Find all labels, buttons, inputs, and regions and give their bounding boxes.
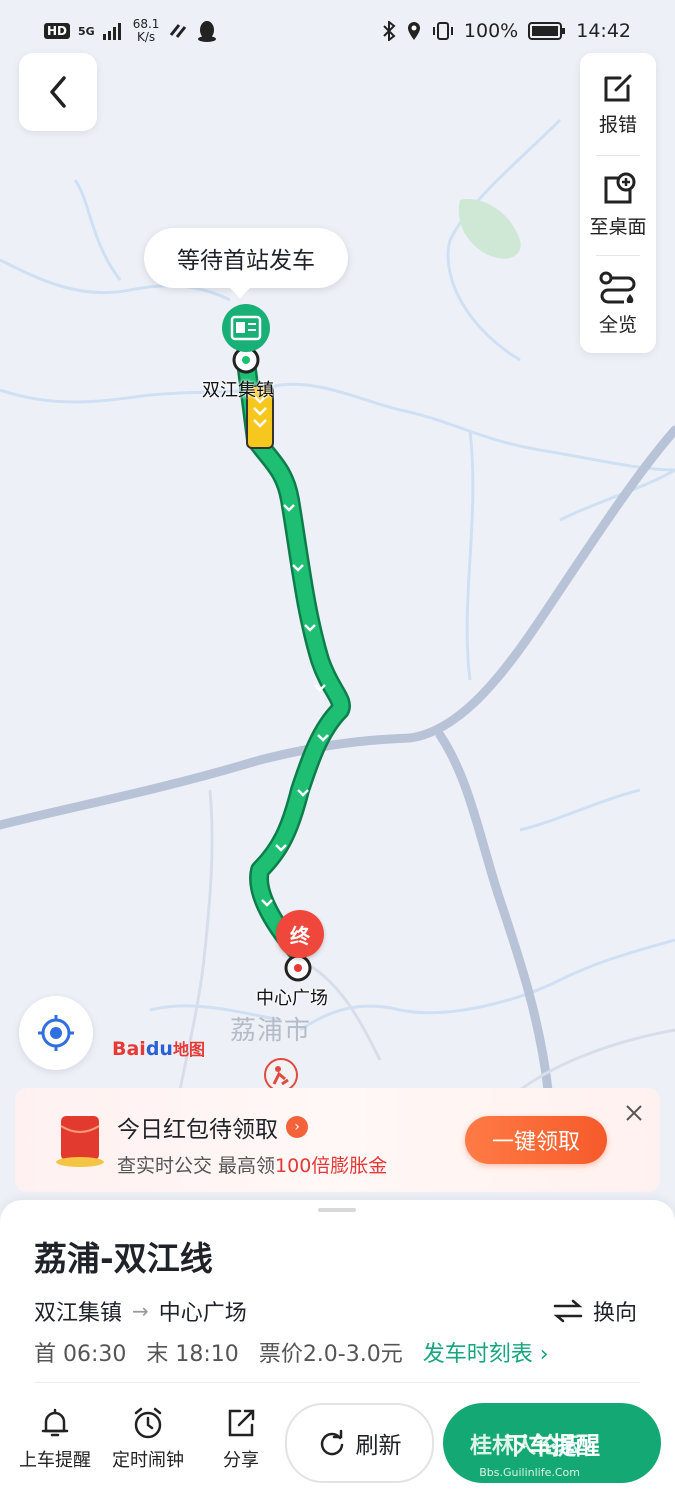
promo-subtitle: 查实时公交 最高领100倍膨胀金	[117, 1151, 387, 1178]
map-tool-panel: 报错 至桌面 全览	[580, 53, 656, 353]
add-to-desktop-icon	[604, 172, 636, 203]
swap-icon	[553, 1299, 583, 1323]
battery-percent: 100%	[463, 20, 519, 42]
net-speed-unit: K/s	[136, 30, 156, 44]
city-label: 荔浦市	[230, 1016, 312, 1046]
alarm-button[interactable]: 定时闹钟	[103, 1406, 193, 1472]
schedule-link[interactable]: 发车时刻表 ›	[423, 1336, 549, 1368]
overview-route-icon	[599, 271, 636, 303]
vibrate-icon	[432, 22, 453, 40]
end-marker-text: 终	[290, 923, 310, 948]
start-stop-label[interactable]: 双江集镇	[202, 376, 274, 402]
locate-button[interactable]	[19, 996, 93, 1070]
first-bus: 首 06:30	[34, 1342, 127, 1367]
battery-icon	[528, 22, 566, 40]
back-arrow-icon	[50, 76, 66, 108]
status-bar: HD 5G 68.1 K/s 100% 14:42	[0, 0, 675, 66]
baidu-map-logo: Baidu地图	[112, 1036, 205, 1060]
overview-button[interactable]: 全览	[580, 253, 656, 353]
line-name: 荔浦-双江线	[34, 1239, 213, 1278]
report-error-label: 报错	[598, 113, 637, 136]
locate-icon	[38, 1015, 74, 1051]
report-error-button[interactable]: 报错	[580, 53, 656, 153]
route-to: 中心广场	[158, 1301, 247, 1326]
promo-sub-prefix: 查实时公交 最高领	[117, 1155, 276, 1177]
logo-du: du	[145, 1038, 173, 1060]
line-info: 首 06:30 末 18:10 票价2.0-3.0元 发车时刻表 ›	[34, 1336, 549, 1368]
alarm-clock-icon	[134, 1407, 162, 1439]
promo-title-row: 今日红包待领取 ›	[117, 1110, 308, 1144]
watermark-text: 桂林人论坛	[470, 1434, 581, 1459]
red-envelope-promo[interactable]: 今日红包待领取 › 查实时公交 最高领100倍膨胀金 一键领取	[15, 1088, 660, 1192]
edit-icon	[604, 74, 632, 101]
refresh-icon	[320, 1429, 343, 1456]
bluetooth-icon	[383, 21, 396, 41]
map-view[interactable]: 终 等待首站发车 双江集镇 中心广场 荔浦市 Baidu地图	[0, 0, 675, 1210]
bus-station-marker-icon	[222, 304, 270, 352]
signal-icon	[102, 23, 121, 40]
promo-arrow-icon: ›	[286, 1116, 308, 1138]
claim-button[interactable]: 一键领取	[465, 1116, 607, 1164]
boarding-reminder-label: 上车提醒	[19, 1450, 91, 1471]
logo-map: 地图	[172, 1040, 205, 1059]
claim-button-label: 一键领取	[491, 1130, 580, 1155]
arrow-right-icon: →	[132, 1299, 149, 1323]
schedule-link-label: 发车时刻表	[422, 1342, 533, 1367]
reverse-label: 换向	[593, 1301, 638, 1326]
add-to-desktop-label: 至桌面	[589, 215, 647, 238]
construction-icon[interactable]	[264, 1058, 298, 1092]
promo-title: 今日红包待领取	[117, 1117, 278, 1143]
share-icon	[228, 1409, 255, 1437]
share-label: 分享	[223, 1450, 259, 1471]
fare: 票价2.0-3.0元	[258, 1342, 403, 1367]
add-to-desktop-button[interactable]: 至桌面	[580, 155, 656, 255]
location-icon	[407, 22, 420, 40]
clock: 14:42	[576, 20, 631, 42]
drag-handle[interactable]	[318, 1208, 356, 1212]
end-stop-label[interactable]: 中心广场	[256, 984, 328, 1010]
overview-label: 全览	[598, 313, 637, 336]
bus-status-bubble: 等待首站发车	[144, 228, 348, 298]
close-icon[interactable]	[623, 1102, 645, 1124]
divider	[34, 1382, 640, 1383]
red-envelope-icon	[56, 1116, 104, 1167]
map-canvas	[0, 118, 675, 1095]
watermark: 桂林人论坛 Bbs.Guilinlife.Com	[470, 1428, 580, 1479]
alarm-label: 定时闹钟	[112, 1450, 184, 1471]
refresh-button[interactable]: 刷新	[285, 1403, 434, 1483]
hd-badge: HD	[44, 23, 71, 39]
watermark-site: Bbs.Guilinlife.Com	[479, 1466, 581, 1479]
route-direction: 双江集镇 → 中心广场	[34, 1295, 247, 1327]
reverse-direction-button[interactable]: 换向	[553, 1295, 637, 1327]
signal-type: 5G	[78, 24, 95, 38]
link-icon	[170, 24, 187, 38]
bubble-text: 等待首站发车	[177, 248, 315, 274]
refresh-label: 刷新	[355, 1433, 402, 1459]
boarding-reminder-button[interactable]: 上车提醒	[10, 1406, 100, 1472]
qq-icon	[198, 21, 217, 42]
promo-sub-highlight: 100倍膨胀金	[275, 1155, 388, 1177]
last-bus: 末 18:10	[146, 1342, 239, 1367]
logo-bai: Bai	[112, 1038, 146, 1060]
route-from: 双江集镇	[34, 1301, 123, 1326]
share-button[interactable]: 分享	[196, 1406, 286, 1472]
back-button[interactable]	[19, 53, 97, 131]
bell-icon	[41, 1408, 69, 1437]
net-speed: 68.1 K/s	[133, 18, 160, 44]
end-marker: 终	[276, 910, 324, 958]
